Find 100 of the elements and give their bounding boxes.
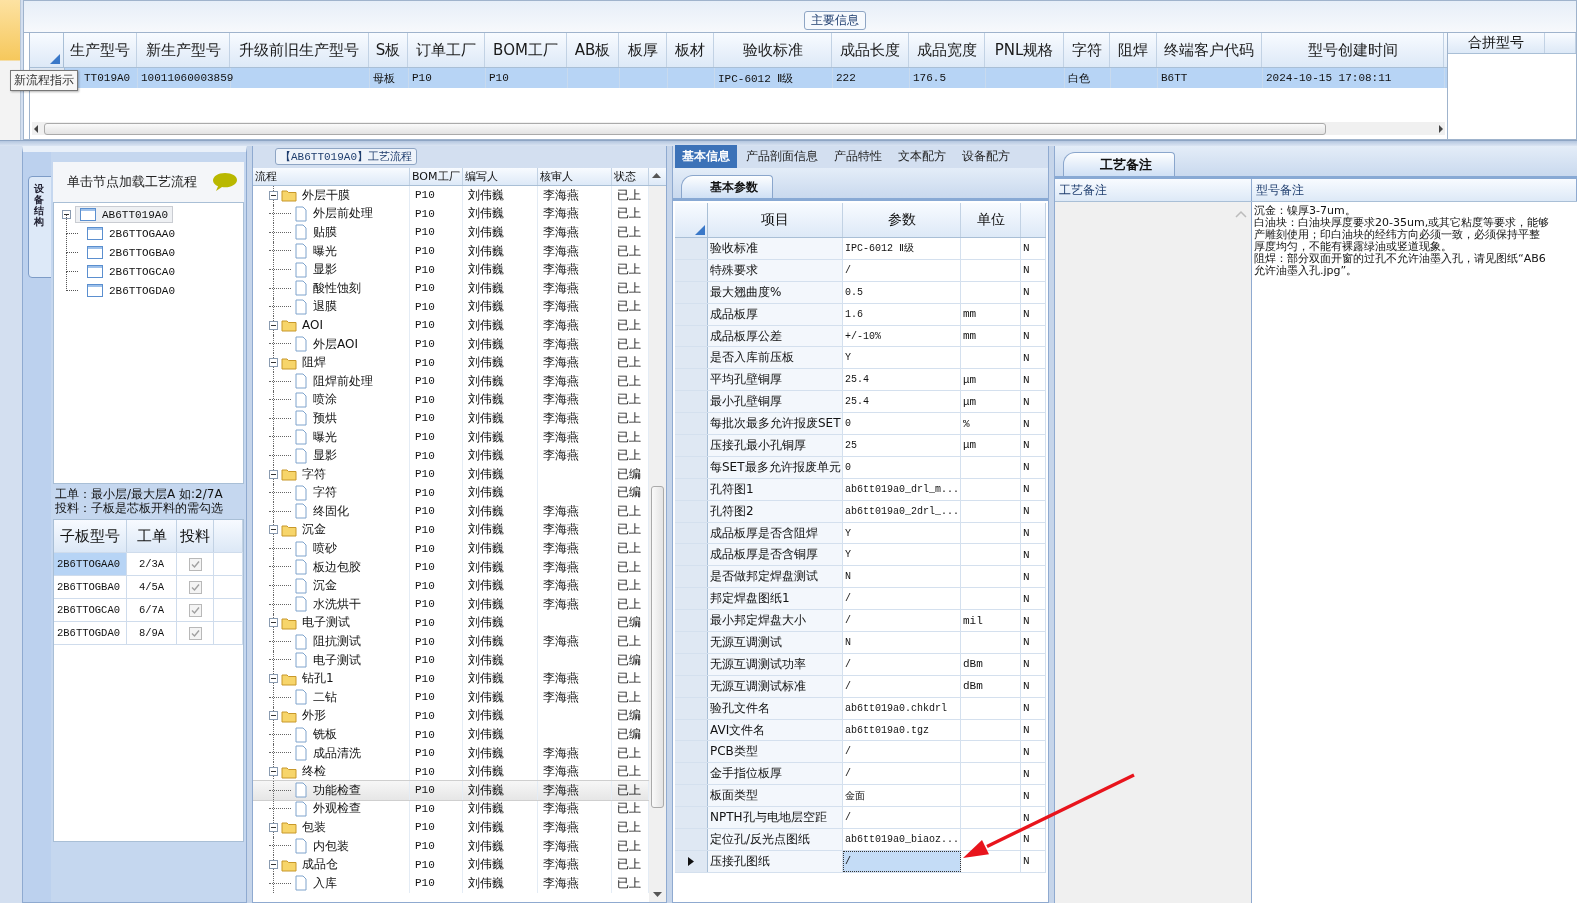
table-cell[interactable]: 2B6TTOGCA0 [54,599,127,621]
column-header[interactable]: AB板 [567,33,619,67]
table-cell[interactable]: 2B6TTOGAA0 [54,553,127,575]
column-header[interactable]: 投料 [177,520,214,552]
column-header[interactable]: 工艺备注 [1055,179,1252,201]
tree-node[interactable]: AB6TT019A0 [75,206,173,223]
column-header[interactable]: BOM工厂 [485,33,567,67]
row-header[interactable] [675,850,708,872]
column-header[interactable]: 编写人 [463,168,538,185]
table-cell[interactable]: / [843,741,961,763]
column-header[interactable]: 升级前旧生产型号 [230,33,369,67]
process-row[interactable]: 内包装 P10 刘伟巍 李海燕 已上 [253,836,649,856]
process-row[interactable]: 曝光 P10 刘伟巍 李海燕 已上 [253,241,649,261]
column-header[interactable]: 阻焊 [1110,33,1157,67]
table-cell[interactable]: ab6tt019a0_biaoz... [843,829,961,850]
tab[interactable]: 文本配方 [891,145,953,168]
process-row[interactable]: 阻焊 P10 刘伟巍 李海燕 已上 [253,353,649,372]
table-cell[interactable]: 25.4 [843,391,961,413]
checkbox[interactable] [188,557,202,571]
process-row[interactable]: 显影 P10 刘伟巍 李海燕 已上 [253,260,649,279]
process-row[interactable]: 外层前处理 P10 刘伟巍 李海燕 已上 [253,204,649,224]
table-cell[interactable]: 2B6TTOGDA0 [54,622,127,644]
table-cell[interactable]: 0.5 [843,281,961,303]
table-cell[interactable]: / [843,653,961,675]
checkbox[interactable] [188,626,202,640]
column-header[interactable]: 订单工厂 [408,33,485,67]
table-cell[interactable]: 2B6TTOGBA0 [54,576,127,598]
process-row[interactable]: 铣板 P10 刘伟巍 已编 [253,725,649,744]
tab[interactable]: 工艺备注 [1063,152,1175,176]
table-cell[interactable]: ab6tt019a0_drl_m... [843,478,961,500]
column-header[interactable]: BOM工厂 [410,168,463,185]
column-header[interactable]: 型号创建时间 [1262,33,1444,67]
process-row[interactable]: 终固化 P10 刘伟巍 李海燕 已上 [253,502,649,521]
table-cell[interactable]: 25.4 [843,369,961,391]
table-cell[interactable]: / [843,588,961,610]
process-row[interactable]: AOI P10 刘伟巍 李海燕 已上 [253,316,649,335]
table-cell[interactable]: Y [843,347,961,369]
column-header[interactable]: 板厚 [619,33,667,67]
splitter[interactable] [247,146,252,903]
table-cell[interactable]: Y [843,544,961,566]
tree-node[interactable]: 2B6TTOGCA0 [82,263,180,280]
table-cell[interactable]: 0 [843,456,961,478]
process-row[interactable]: 字符 P10 刘伟巍 已编 [253,483,649,503]
process-row[interactable]: 电子测试 P10 刘伟巍 已编 [253,650,649,670]
process-row[interactable]: 喷涂 P10 刘伟巍 李海燕 已上 [253,390,649,410]
table-cell[interactable]: 25 [843,435,961,456]
process-row[interactable]: 沉金 P10 刘伟巍 李海燕 已上 [253,576,649,596]
column-header[interactable]: 参数 [843,203,961,237]
column-header[interactable]: S板 [369,33,408,67]
process-row[interactable]: 包装 P10 刘伟巍 李海燕 已上 [253,818,649,837]
table-cell[interactable]: 0 [843,413,961,434]
splitter[interactable] [0,140,1577,146]
column-header[interactable]: 单位 [961,203,1021,237]
process-row[interactable]: 钻孔1 P10 刘伟巍 李海燕 已上 [253,669,649,689]
table-cell[interactable]: N [843,632,961,653]
remark-field[interactable]: 沉金：镍厚3-7um。 白油块：白油块厚度要求20-35um,或其它粘度等要求，能够 产雕刻使用；印白油块的经纬方向必须一致，必须保持平整 厚度均匀，不能有裸露绿油或竖道现象。 阻焊：部分双面开窗的过孔不允许油墨入孔，请见图纸“AB6 允许油墨入孔.jpg”。 [1252,202,1577,903]
tree-node[interactable]: 2B6TTOGAA0 [82,225,180,242]
process-row[interactable]: 预烘 P10 刘伟巍 李海燕 已上 [253,409,649,428]
process-row[interactable]: 外层AOI P10 刘伟巍 李海燕 已上 [253,334,649,354]
process-row[interactable]: 退膜 P10 刘伟巍 李海燕 已上 [253,297,649,317]
column-header[interactable]: 工单 [127,520,177,552]
table-cell[interactable]: / [843,675,961,697]
process-row[interactable]: 沉金 P10 刘伟巍 李海燕 已上 [253,520,649,540]
process-row[interactable]: 水洗烘干 P10 刘伟巍 李海燕 已上 [253,595,649,614]
table-cell[interactable]: IPC-6012 Ⅱ级 [843,238,961,259]
table-cell[interactable]: ab6tt019a0.tgz [843,719,961,741]
table-cell[interactable]: ab6tt019a0.chkdrl [843,697,961,719]
tab[interactable]: 基本信息 [675,145,737,168]
column-header[interactable]: 子板型号 [54,520,127,552]
column-header[interactable]: 成品长度 [832,33,909,67]
process-row[interactable]: 板边包胶 P10 刘伟巍 李海燕 已上 [253,557,649,577]
column-header[interactable]: 流程 [253,168,410,185]
process-row[interactable]: 显影 P10 刘伟巍 李海燕 已上 [253,446,649,465]
tab[interactable]: 基本参数 [681,175,773,198]
table-cell[interactable]: / [843,850,961,872]
process-row[interactable]: 二钻 P10 刘伟巍 李海燕 已上 [253,688,649,707]
process-row[interactable]: 喷砂 P10 刘伟巍 李海燕 已上 [253,539,649,558]
table-cell[interactable]: Y [843,522,961,544]
column-header[interactable]: 状态 [612,168,649,185]
tab[interactable]: 产品剖面信息 [739,145,825,168]
checkbox[interactable] [188,603,202,617]
column-header[interactable]: 验收标准 [714,33,832,67]
column-header[interactable]: 生产型号 [64,33,137,67]
vertical-tab[interactable]: 设备结构 [28,176,52,278]
column-header[interactable]: 项目 [708,203,843,237]
column-header[interactable]: PNL规格 [985,33,1064,67]
column-header[interactable]: 新生产型号 [137,33,230,67]
process-row[interactable]: 曝光 P10 刘伟巍 李海燕 已上 [253,427,649,447]
table-cell[interactable]: +/-10% [843,325,961,347]
table-cell[interactable]: 金面 [843,785,961,807]
column-header[interactable]: 板材 [667,33,714,67]
column-header[interactable]: 型号备注 [1252,179,1577,201]
scrollbar-thumb[interactable] [651,486,664,808]
table-cell[interactable]: / [843,763,961,785]
table-cell[interactable]: 1.6 [843,303,961,325]
process-row[interactable]: 阻抗测试 P10 刘伟巍 李海燕 已上 [253,632,649,651]
tab[interactable]: 产品特性 [827,145,889,168]
process-row[interactable]: 入库 P10 刘伟巍 李海燕 已上 [253,873,649,893]
process-row[interactable]: 字符 P10 刘伟巍 已编 [253,464,649,484]
table-cell[interactable]: N [843,566,961,588]
